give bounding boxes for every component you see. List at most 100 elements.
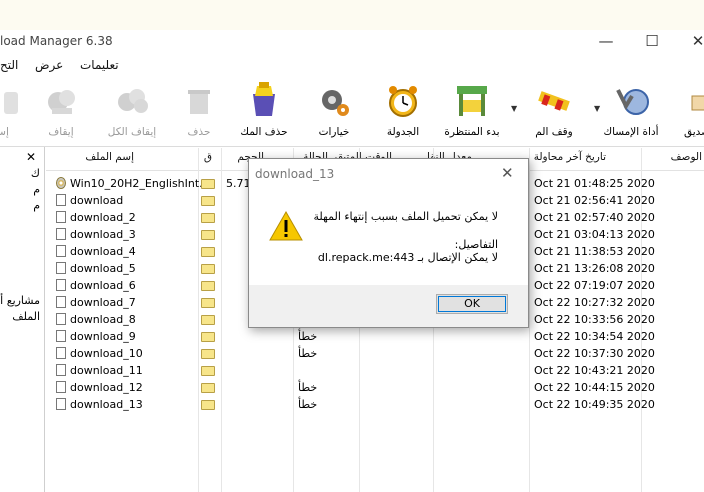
file-icon — [56, 194, 66, 206]
row-filename: download_5 — [70, 262, 136, 275]
stop-queue-icon — [535, 82, 573, 120]
file-icon — [56, 296, 66, 308]
row-filename: download_8 — [70, 313, 136, 326]
category-fragment[interactable]: م — [33, 199, 40, 212]
file-icon — [56, 313, 66, 325]
row-filename: download_9 — [70, 330, 136, 343]
close-button[interactable]: ✕ — [682, 31, 704, 51]
start-queue-icon — [453, 82, 491, 120]
toolbar-button-grabber[interactable]: أداة الإمساك — [600, 80, 662, 144]
scheduler-clock-icon — [384, 82, 422, 120]
start-queue-dropdown-icon[interactable]: ▼ — [511, 104, 517, 113]
toolbar-button-delete-completed[interactable]: حذف المك — [233, 80, 295, 144]
file-icon — [56, 211, 66, 223]
row-last-try-date: Oct 22 07:19:07 2020 — [534, 279, 655, 292]
error-dialog: download_13 ✕ لا يمكن تحميل الملف بسبب إ… — [248, 158, 529, 328]
row-last-try-date: Oct 22 10:37:30 2020 — [534, 347, 655, 360]
row-last-try-date: Oct 22 10:34:54 2020 — [534, 330, 655, 343]
category-fragment[interactable]: ك — [31, 167, 40, 180]
file-icon — [56, 398, 66, 410]
row-last-try-date: Oct 21 01:48:25 2020 — [534, 177, 655, 190]
folder-icon[interactable] — [201, 349, 215, 359]
menu-view[interactable]: عرض — [35, 58, 63, 72]
toolbar-button-delete[interactable]: حذف — [168, 80, 230, 144]
row-status: خطأ — [298, 381, 318, 394]
folder-icon[interactable] — [201, 264, 215, 274]
row-filename: download_3 — [70, 228, 136, 241]
column-header-last-try[interactable]: تاريخ آخر محاولة — [534, 151, 606, 163]
toolbar-button-scheduler[interactable]: الجدولة — [372, 80, 434, 144]
row-last-try-date: Oct 22 10:43:21 2020 — [534, 364, 655, 377]
stop-all-icon — [113, 82, 151, 120]
category-fragment[interactable]: مشاريع أ — [0, 294, 40, 307]
menu-downloads[interactable]: التح — [0, 58, 18, 72]
row-last-try-date: Oct 21 02:57:40 2020 — [534, 211, 655, 224]
file-icon — [56, 262, 66, 274]
top-notification-strip — [0, 0, 704, 31]
folder-icon[interactable] — [201, 247, 215, 257]
toolbar-button-stop[interactable]: إيقاف — [30, 80, 92, 144]
categories-close-icon[interactable]: ✕ — [26, 150, 36, 164]
file-icon — [56, 228, 66, 240]
folder-icon[interactable] — [201, 315, 215, 325]
menu-help[interactable]: تعليمات — [80, 58, 119, 72]
dialog-details: لا يمكن الإتصال بـ dl.repack.me:443 — [317, 251, 498, 264]
row-filename: download_2 — [70, 211, 136, 224]
toolbar-button-start-queue[interactable]: بدء المنتظرة — [441, 80, 503, 144]
folder-icon[interactable] — [201, 213, 215, 223]
partial-disabled-icon — [0, 82, 20, 120]
row-filename: Win10_20H2_EnglishInt... — [70, 177, 210, 190]
grabber-icon — [612, 82, 650, 120]
file-icon — [56, 347, 66, 359]
folder-icon[interactable] — [201, 230, 215, 240]
delete-icon — [180, 82, 218, 120]
category-fragment[interactable]: الملف — [12, 310, 40, 323]
dialog-message: لا يمكن تحميل الملف بسبب إنتهاء المهلة — [313, 210, 499, 223]
toolbar-button-resume[interactable]: إس — [0, 80, 32, 144]
folder-icon[interactable] — [201, 179, 215, 189]
toolbar-button-options[interactable]: خيارات — [303, 80, 365, 144]
folder-icon[interactable] — [201, 332, 215, 342]
row-filename: download_13 — [70, 398, 143, 411]
folder-icon[interactable] — [201, 400, 215, 410]
file-icon — [56, 245, 66, 257]
file-icon — [56, 330, 66, 342]
row-filename: download_10 — [70, 347, 143, 360]
warning-icon — [269, 210, 303, 244]
stop-icon — [42, 82, 80, 120]
dialog-close-icon[interactable]: ✕ — [501, 164, 514, 182]
window-title: load Manager 6.38 — [0, 34, 113, 48]
folder-icon[interactable] — [201, 298, 215, 308]
minimize-button[interactable]: — — [590, 31, 622, 51]
file-icon — [56, 279, 66, 291]
folder-icon[interactable] — [201, 196, 215, 206]
row-last-try-date: Oct 21 11:38:53 2020 — [534, 245, 655, 258]
row-size: 5.71 — [226, 177, 251, 190]
folder-icon[interactable] — [201, 366, 215, 376]
category-fragment[interactable]: م — [33, 183, 40, 196]
toolbar-button-stop-queue[interactable]: وقف الم — [523, 80, 585, 144]
maximize-button[interactable]: ☐ — [636, 31, 668, 51]
row-status: خطأ — [298, 330, 318, 343]
row-filename: download_4 — [70, 245, 136, 258]
row-last-try-date: Oct 21 03:04:13 2020 — [534, 228, 655, 241]
folder-icon[interactable] — [201, 383, 215, 393]
row-last-try-date: Oct 22 10:49:35 2020 — [534, 398, 655, 411]
column-header-description[interactable]: الوصف — [671, 151, 702, 163]
row-filename: download_7 — [70, 296, 136, 309]
file-icon — [56, 364, 66, 376]
folder-icon[interactable] — [201, 281, 215, 291]
ok-button[interactable]: OK — [436, 294, 508, 314]
file-icon — [56, 381, 66, 393]
column-header-name[interactable]: إسم الملف — [85, 151, 134, 163]
toolbar-button-stop-all[interactable]: إيقاف الكل — [101, 80, 163, 144]
row-filename: download_6 — [70, 279, 136, 292]
options-gear-icon — [315, 82, 353, 120]
row-filename: download_11 — [70, 364, 143, 377]
tell-friend-icon — [678, 82, 704, 120]
toolbar-button-tell-friend[interactable]: صديق — [666, 80, 704, 144]
column-header-q[interactable]: ق — [204, 151, 212, 163]
row-last-try-date: Oct 21 13:26:08 2020 — [534, 262, 655, 275]
row-filename: download_12 — [70, 381, 143, 394]
row-status: خطأ — [298, 347, 318, 360]
